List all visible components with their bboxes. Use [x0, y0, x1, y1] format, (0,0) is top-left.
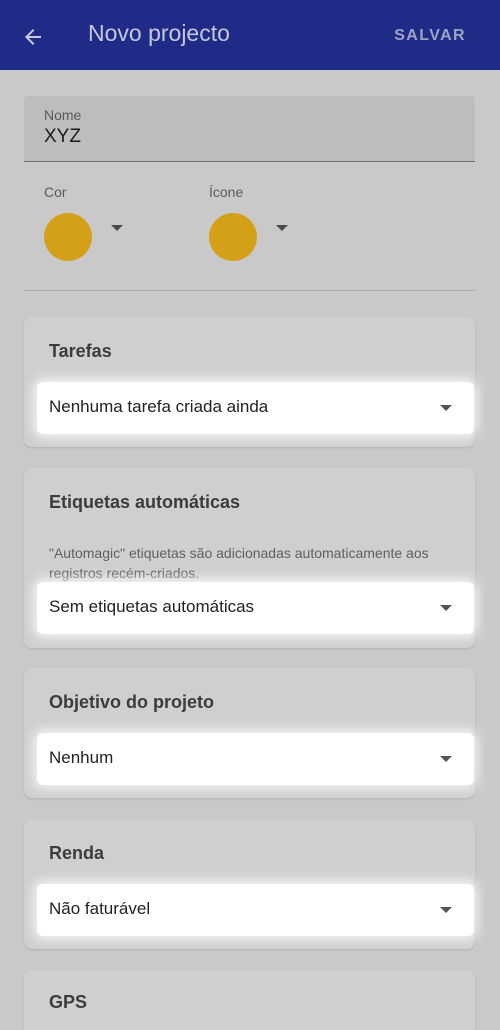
color-picker-dropdown-icon[interactable] [111, 225, 123, 231]
icon-picker-dropdown-icon[interactable] [276, 225, 288, 231]
auto-tags-description: "Automagic" etiquetas são adicionadas au… [49, 545, 429, 581]
income-title: Renda [49, 843, 105, 863]
auto-tags-dropdown[interactable]: Sem etiquetas automáticas [37, 582, 474, 634]
chevron-down-icon [440, 907, 452, 913]
save-button[interactable]: SALVAR [394, 27, 466, 45]
chevron-down-icon [440, 405, 452, 411]
back-button[interactable] [18, 22, 48, 52]
app-bar: Novo projecto SALVAR [0, 0, 500, 70]
income-dropdown[interactable]: Não faturável [37, 884, 474, 936]
auto-tags-dropdown-value: Sem etiquetas automáticas [49, 597, 255, 616]
tasks-dropdown-value: Nenhuma tarefa criada ainda [49, 397, 269, 416]
gps-title: GPS [49, 992, 88, 1012]
goal-title: Objetivo do projeto [49, 692, 214, 712]
name-field[interactable]: Nome XYZ [24, 96, 475, 162]
chevron-down-icon [440, 756, 452, 762]
auto-tags-title: Etiquetas automáticas [49, 492, 241, 512]
tasks-title: Tarefas [49, 341, 112, 361]
arrow-left-icon [25, 29, 41, 45]
color-swatch[interactable] [44, 213, 92, 261]
goal-dropdown[interactable]: Nenhum [37, 733, 474, 785]
goal-dropdown-value: Nenhum [49, 748, 114, 767]
tasks-dropdown[interactable]: Nenhuma tarefa criada ainda [37, 382, 474, 434]
page-title: Novo projecto [88, 20, 230, 46]
gps-card: GPS [24, 970, 475, 1030]
color-picker-label: Cor [44, 184, 67, 200]
divider [24, 290, 475, 291]
icon-picker-label: Ícone [209, 184, 244, 200]
income-dropdown-value: Não faturável [49, 899, 151, 918]
icon-swatch[interactable] [209, 213, 257, 261]
name-field-value[interactable]: XYZ [44, 126, 81, 148]
chevron-down-icon [440, 605, 452, 611]
name-field-label: Nome [44, 107, 82, 123]
